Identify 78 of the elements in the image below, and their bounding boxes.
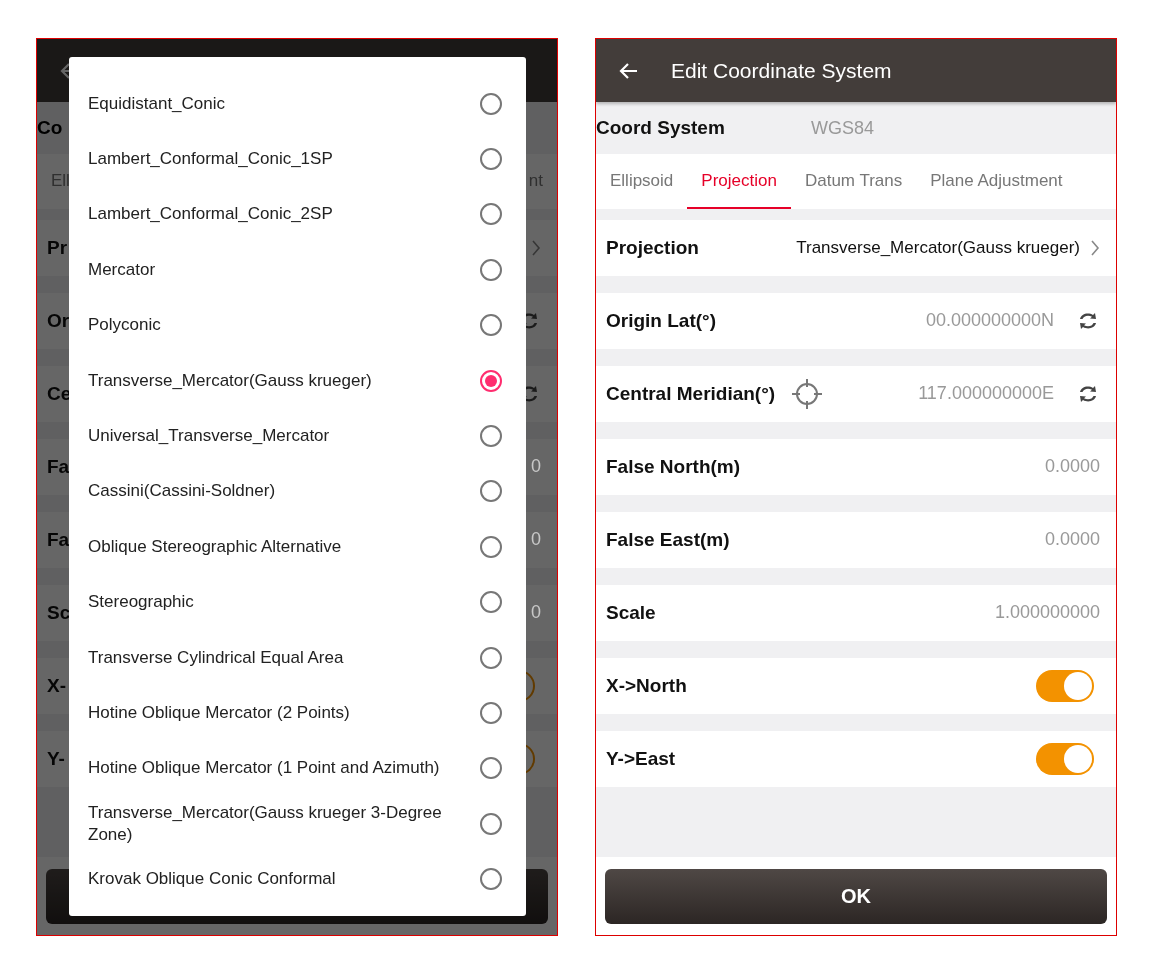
- radio-button[interactable]: [480, 369, 502, 392]
- tab[interactable]: Plane Adjustment: [916, 154, 1077, 209]
- coord-system-value: WGS84: [811, 117, 875, 139]
- projection-option[interactable]: Oblique Stereographic Alternative: [69, 519, 526, 575]
- projection-option[interactable]: Hotine Oblique Mercator (2 Points): [69, 685, 526, 741]
- setting-label: Origin Lat(°): [606, 309, 716, 332]
- projection-option[interactable]: Mercator: [69, 242, 526, 298]
- setting-label: Y-: [47, 747, 65, 770]
- projection-option[interactable]: Transverse Cylindrical Equal Area: [69, 629, 526, 686]
- radio-button[interactable]: [480, 425, 502, 448]
- setting-row[interactable]: False East(m) 0.0000: [596, 512, 1116, 568]
- projection-option[interactable]: Universal_Transverse_Mercator: [69, 408, 526, 464]
- radio-button[interactable]: [480, 591, 502, 614]
- radio-button[interactable]: [480, 646, 502, 669]
- projection-option[interactable]: Lambert_Conformal_Conic_1SP: [69, 131, 526, 187]
- toggle-switch[interactable]: [1036, 669, 1094, 702]
- setting-label: Scale: [606, 601, 656, 624]
- tab[interactable]: Datum Trans: [790, 154, 917, 209]
- radio-button[interactable]: [480, 535, 502, 558]
- setting-label: Pr: [47, 236, 68, 259]
- coord-system-label: Coord System: [596, 117, 726, 139]
- setting-row[interactable]: Central Meridian(°) 117.000000000E: [596, 366, 1116, 422]
- setting-label: Sc: [47, 601, 71, 624]
- projection-option[interactable]: Equidistant_Conic: [69, 76, 526, 132]
- setting-value: 0: [531, 602, 541, 624]
- projection-option[interactable]: Stereographic: [69, 574, 526, 630]
- radio-button[interactable]: [480, 812, 502, 835]
- screen-title: Edit Coordinate System: [671, 58, 892, 83]
- radio-button[interactable]: [480, 92, 502, 115]
- toggle-switch[interactable]: [1036, 742, 1094, 775]
- setting-row[interactable]: X->North: [596, 658, 1116, 714]
- setting-value: 0.0000: [1044, 529, 1100, 551]
- setting-value: 0: [531, 456, 541, 478]
- setting-value: 0: [531, 529, 541, 551]
- chevron-icon: [531, 238, 541, 257]
- setting-label: False North(m): [606, 455, 741, 478]
- projection-option[interactable]: Polyconic: [69, 297, 526, 353]
- setting-label: False East(m): [606, 528, 730, 551]
- projection-option[interactable]: Krovak Oblique Conic Conformal: [69, 851, 526, 907]
- setting-label: X-: [47, 674, 66, 697]
- setting-label: Or: [47, 309, 70, 332]
- tab[interactable]: Projection: [687, 154, 791, 209]
- setting-value: 117.000000000E: [918, 383, 1054, 405]
- projection-option[interactable]: Cassini(Cassini-Soldner): [69, 463, 526, 520]
- projection-option[interactable]: Lambert_Conformal_Conic_2SP: [69, 186, 526, 243]
- radio-button[interactable]: [480, 702, 502, 724]
- crosshair-icon[interactable]: [791, 377, 824, 410]
- setting-value: 00.000000000N: [925, 310, 1054, 332]
- setting-row[interactable]: False North(m) 0.0000: [596, 439, 1116, 495]
- projection-option[interactable]: Transverse_Mercator(Gauss krueger 3-Degree Zone): [69, 796, 526, 852]
- setting-row[interactable]: Y->East: [596, 731, 1116, 787]
- setting-value: Transverse_Mercator(Gauss krueger): [796, 237, 1080, 258]
- radio-button[interactable]: [480, 258, 502, 281]
- back-arrow-icon[interactable]: [619, 60, 639, 81]
- tab[interactable]: Ellipsoid: [596, 154, 688, 209]
- radio-button[interactable]: [480, 203, 502, 226]
- radio-button[interactable]: [480, 757, 502, 780]
- setting-label: X->North: [606, 674, 687, 697]
- setting-value: 1.000000000: [994, 602, 1100, 624]
- ok-button[interactable]: OK: [605, 868, 1107, 924]
- setting-label: Ce: [47, 382, 72, 405]
- setting-label: Fa: [47, 528, 70, 551]
- projection-option[interactable]: Transverse_Mercator(Gauss krueger): [69, 352, 526, 409]
- setting-value: 0.0000: [1044, 456, 1100, 478]
- setting-label: Projection: [606, 236, 699, 259]
- setting-row[interactable]: Scale 1.000000000: [596, 585, 1116, 641]
- setting-row[interactable]: Origin Lat(°) 00.000000000N: [596, 293, 1116, 349]
- setting-label: Y->East: [606, 747, 676, 770]
- setting-label: Central Meridian(°): [606, 382, 776, 405]
- projection-option[interactable]: Hotine Oblique Mercator (1 Point and Azimuth): [69, 740, 526, 797]
- setting-row[interactable]: Projection Transverse_Mercator(Gauss krueger): [596, 220, 1116, 276]
- radio-button[interactable]: [480, 314, 502, 337]
- radio-button[interactable]: [480, 868, 502, 891]
- radio-button[interactable]: [480, 480, 502, 503]
- coord-system-label: Co: [37, 117, 64, 139]
- setting-label: Fa: [47, 455, 70, 478]
- radio-button[interactable]: [480, 148, 502, 171]
- chevron-icon: [1090, 238, 1100, 257]
